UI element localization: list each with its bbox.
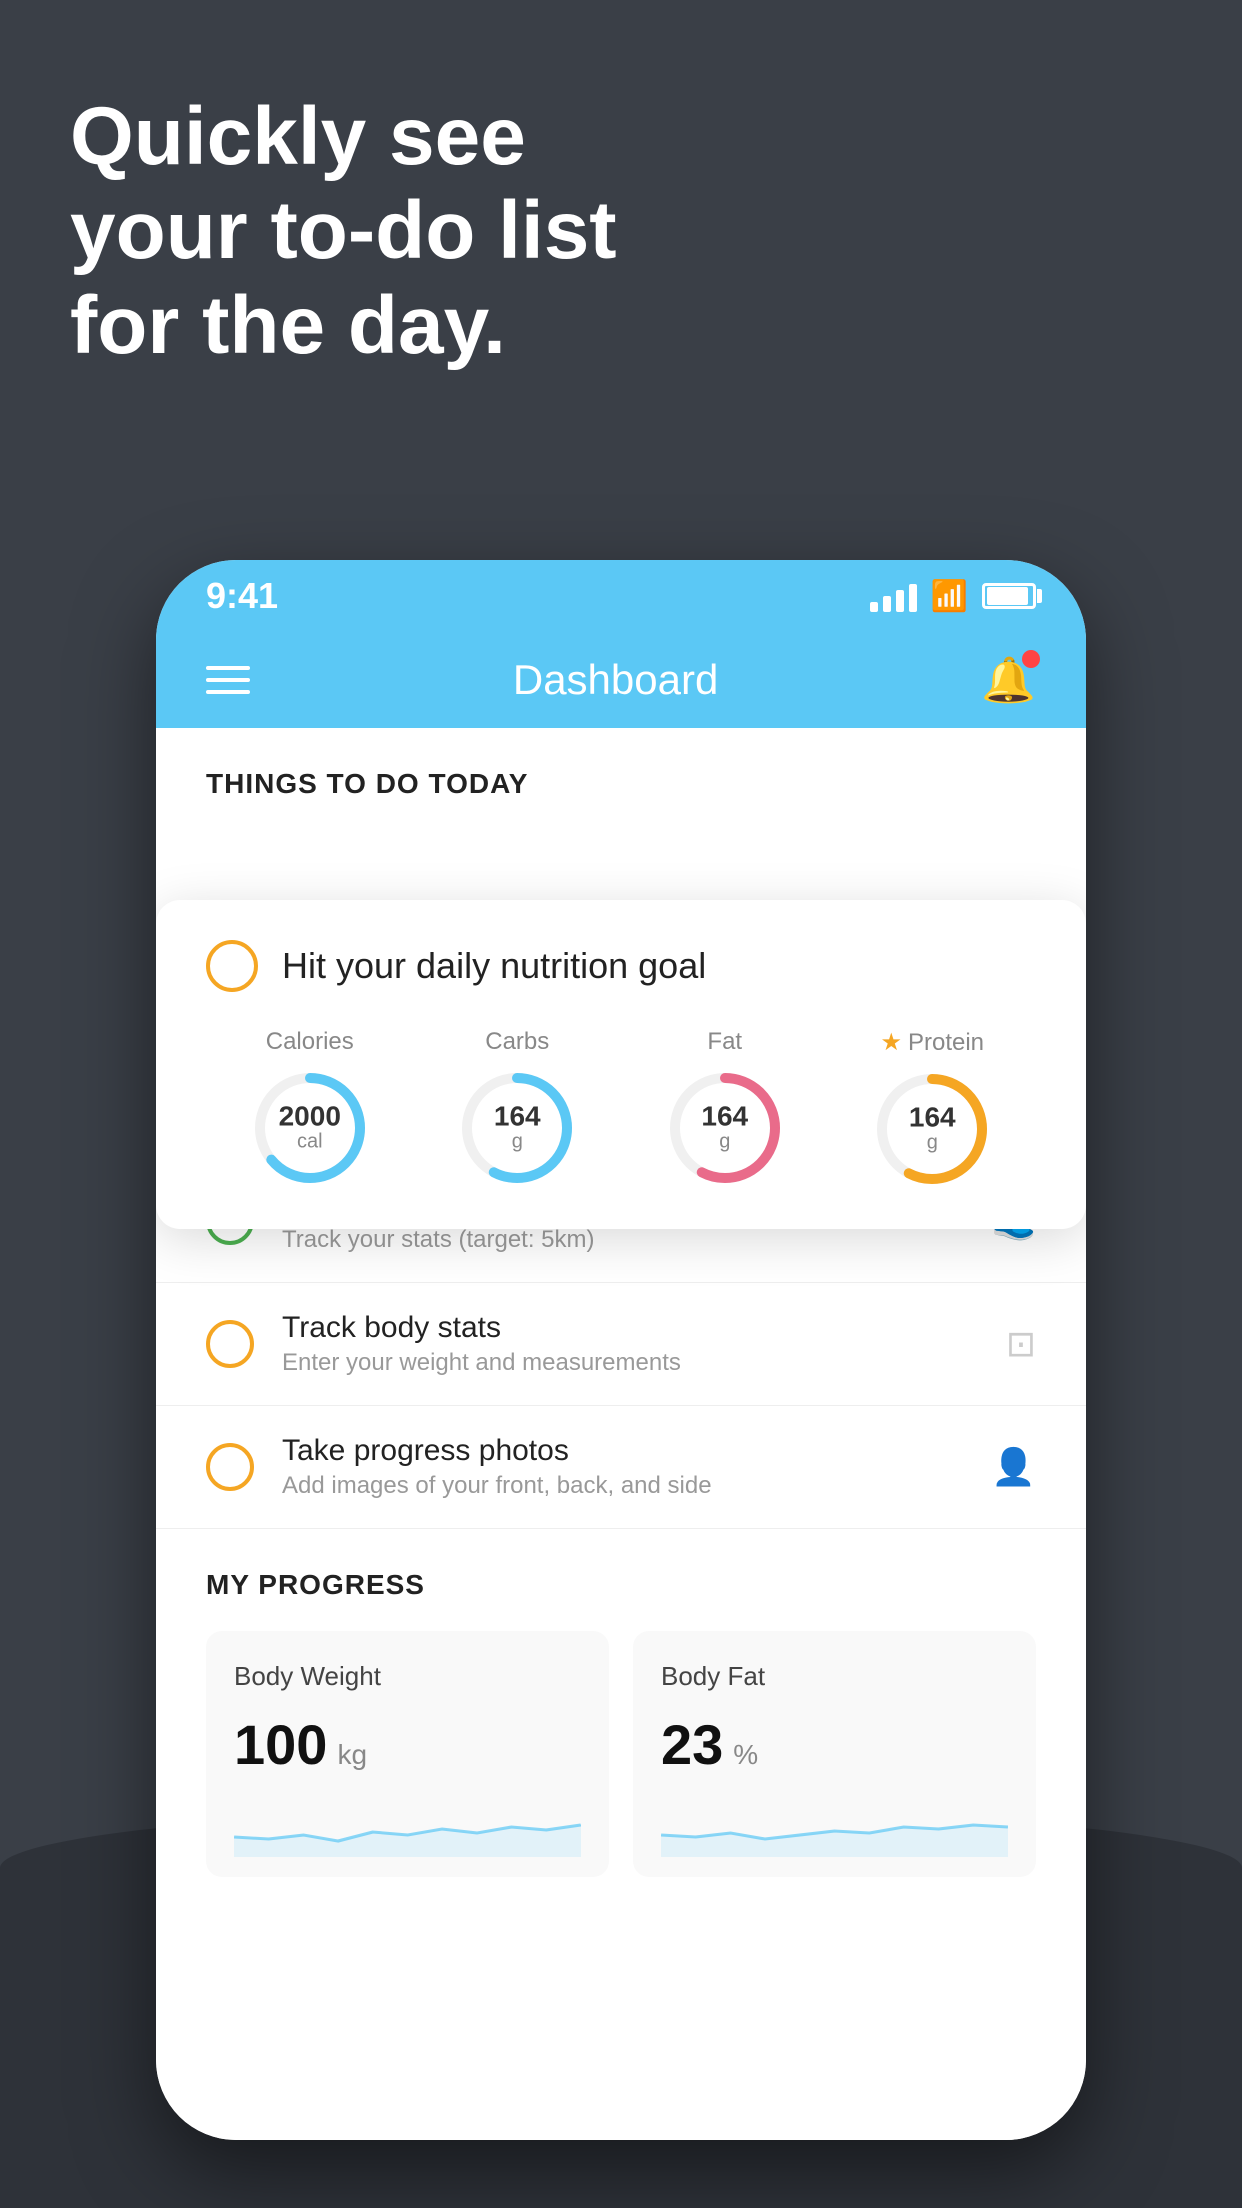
headline-line1: Quickly see (70, 90, 617, 184)
body-stats-check-circle (206, 1320, 254, 1368)
phone-content: THINGS TO DO TODAY Hit your daily nutrit… (156, 728, 1086, 2140)
body-weight-unit: kg (337, 1739, 367, 1771)
progress-cards: Body Weight 100 kg Body Fat (206, 1631, 1036, 1877)
body-stats-text-block: Track body stats Enter your weight and m… (282, 1311, 978, 1377)
calories-circle: 2000 cal (250, 1068, 370, 1188)
scale-icon: ⊡ (1006, 1323, 1036, 1365)
nutrition-protein: ★ Protein 164 g (872, 1028, 992, 1189)
nutrition-row: Calories 2000 cal (206, 1028, 1036, 1189)
body-fat-value: 23 (661, 1712, 723, 1777)
carbs-value: 164 (494, 1103, 541, 1131)
signal-bars-icon (870, 580, 917, 612)
calories-unit: cal (279, 1131, 341, 1154)
nutrition-check-circle[interactable] (206, 940, 258, 992)
body-stats-subtitle: Enter your weight and measurements (282, 1349, 978, 1377)
headline: Quickly see your to-do list for the day. (70, 90, 617, 373)
my-progress-section: MY PROGRESS Body Weight 100 kg (156, 1529, 1086, 1917)
carbs-circle: 164 g (457, 1068, 577, 1188)
body-weight-chart (234, 1797, 581, 1857)
things-today-header: THINGS TO DO TODAY (156, 728, 1086, 820)
nav-bar: Dashboard 🔔 (156, 632, 1086, 728)
notification-dot (1022, 650, 1040, 668)
photos-title: Take progress photos (282, 1434, 963, 1468)
photos-text-block: Take progress photos Add images of your … (282, 1434, 963, 1500)
body-weight-card-title: Body Weight (234, 1661, 581, 1692)
protein-value: 164 (909, 1104, 956, 1132)
wifi-icon: 📶 (931, 579, 968, 614)
todo-item-body-stats[interactable]: Track body stats Enter your weight and m… (156, 1283, 1086, 1406)
nutrition-card: Hit your daily nutrition goal Calories 2 (156, 900, 1086, 1229)
person-icon: 👤 (991, 1446, 1036, 1488)
body-fat-card[interactable]: Body Fat 23 % (633, 1631, 1036, 1877)
phone-frame: 9:41 📶 Dashboard 🔔 (156, 560, 1086, 2140)
protein-label: Protein (908, 1029, 984, 1057)
status-bar: 9:41 📶 (156, 560, 1086, 632)
battery-icon (982, 583, 1036, 609)
status-icons: 📶 (870, 579, 1036, 614)
bell-icon[interactable]: 🔔 (981, 654, 1036, 706)
carbs-unit: g (494, 1131, 541, 1154)
carbs-label: Carbs (485, 1028, 549, 1056)
things-today-title: THINGS TO DO TODAY (206, 768, 528, 799)
headline-line2: your to-do list (70, 184, 617, 278)
nutrition-card-title: Hit your daily nutrition goal (282, 945, 706, 987)
body-weight-value-row: 100 kg (234, 1712, 581, 1777)
body-stats-title: Track body stats (282, 1311, 978, 1345)
protein-label-row: ★ Protein (880, 1028, 984, 1057)
star-icon: ★ (880, 1028, 902, 1057)
body-fat-card-title: Body Fat (661, 1661, 1008, 1692)
body-fat-value-row: 23 % (661, 1712, 1008, 1777)
photos-check-circle (206, 1443, 254, 1491)
body-fat-unit: % (733, 1739, 758, 1771)
headline-line3: for the day. (70, 279, 617, 373)
body-weight-card[interactable]: Body Weight 100 kg (206, 1631, 609, 1877)
fat-label: Fat (707, 1028, 742, 1056)
my-progress-title: MY PROGRESS (206, 1569, 1036, 1601)
photos-subtitle: Add images of your front, back, and side (282, 1472, 963, 1500)
body-weight-value: 100 (234, 1712, 327, 1777)
nutrition-card-header: Hit your daily nutrition goal (206, 940, 1036, 992)
nutrition-calories: Calories 2000 cal (250, 1028, 370, 1188)
body-fat-chart (661, 1797, 1008, 1857)
running-subtitle: Track your stats (target: 5km) (282, 1226, 963, 1254)
calories-value: 2000 (279, 1103, 341, 1131)
nav-title: Dashboard (513, 656, 718, 704)
fat-circle: 164 g (665, 1068, 785, 1188)
protein-unit: g (909, 1132, 956, 1155)
fat-value: 164 (701, 1103, 748, 1131)
hamburger-menu[interactable] (206, 666, 250, 694)
status-time: 9:41 (206, 575, 278, 617)
calories-label: Calories (266, 1028, 354, 1056)
protein-circle: 164 g (872, 1069, 992, 1189)
nutrition-carbs: Carbs 164 g (457, 1028, 577, 1188)
nutrition-fat: Fat 164 g (665, 1028, 785, 1188)
todo-item-progress-photos[interactable]: Take progress photos Add images of your … (156, 1406, 1086, 1529)
fat-unit: g (701, 1131, 748, 1154)
